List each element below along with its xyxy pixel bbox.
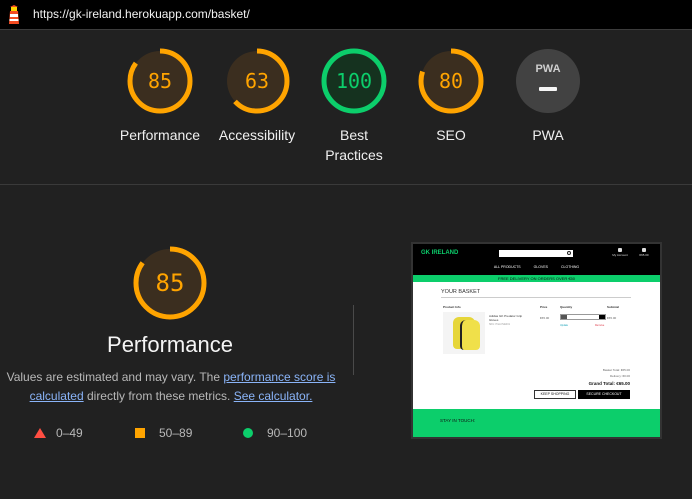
stay-in-touch-heading: STAY IN TOUCH: — [440, 418, 476, 423]
legend-pass: 90–100 — [243, 426, 307, 440]
legend-range: 90–100 — [267, 426, 308, 440]
square-icon — [135, 428, 145, 438]
legend-fail: 0–49 — [34, 426, 83, 440]
page-url[interactable]: https://gk-ireland.herokuapp.com/basket/ — [33, 7, 250, 21]
circle-icon — [243, 428, 253, 438]
gauge-label: Best Practices — [304, 125, 404, 165]
lighthouse-icon — [9, 5, 19, 24]
search-icon — [567, 251, 571, 255]
gauge-performance[interactable]: 85 Performance — [110, 48, 210, 145]
pwa-badge-text: PWA — [535, 63, 561, 75]
gauge-score: 85 — [147, 69, 173, 93]
gauge-score: 80 — [438, 69, 464, 93]
update-link: Update — [560, 324, 569, 327]
gauge-label: PWA — [532, 127, 564, 143]
site-footer — [413, 409, 660, 437]
product-name: Adidas GK Predator Grip Gloves — [489, 314, 523, 322]
col-header: Subtotal — [607, 305, 619, 309]
site-search-input — [499, 250, 573, 257]
grand-total: Grand Total: €65.00 — [588, 381, 630, 386]
legend-range: 50–89 — [159, 426, 193, 440]
account-link: My Account — [611, 248, 629, 257]
account-label: My Account — [612, 253, 628, 257]
secure-checkout-button: SECURE CHECKOUT — [578, 390, 630, 399]
delivery-cost: Delivery: €0.00 — [609, 374, 630, 378]
user-icon — [618, 248, 622, 252]
gauge-score: 100 — [335, 69, 373, 93]
gauge-pwa[interactable]: PWA PWA — [498, 48, 598, 145]
performance-title: Performance — [107, 332, 233, 357]
triangle-icon — [34, 428, 46, 438]
section-divider — [0, 184, 692, 185]
gauge-label: SEO — [436, 127, 466, 143]
bag-link: €65.00 — [635, 248, 653, 257]
title-rule — [441, 297, 631, 298]
gauge-score: 63 — [244, 69, 270, 93]
product-image — [443, 312, 485, 354]
performance-description: Values are estimated and may vary. The p… — [6, 368, 336, 406]
remove-link: Remove — [595, 324, 605, 327]
performance-gauge: 85 — [133, 246, 207, 320]
basket-total: Basket Total: €65.00 — [602, 368, 630, 372]
minus-icon — [561, 315, 567, 319]
menu-item: ALL PRODUCTS — [493, 265, 521, 269]
plus-icon — [599, 315, 605, 319]
product-sku: SKU: PGLOVE001 — [489, 323, 510, 326]
site-brand: GK IRELAND — [421, 250, 459, 256]
gauge-label: Accessibility — [218, 127, 296, 143]
product-price: €65.00 — [540, 316, 550, 320]
keep-shopping-button: KEEP SHOPPING — [534, 390, 576, 399]
gauge-seo[interactable]: 80 SEO — [401, 48, 501, 145]
legend-range: 0–49 — [56, 426, 83, 440]
glove-shape — [460, 320, 480, 350]
gauge-best-practices[interactable]: 100 Best Practices — [304, 48, 404, 165]
category-gauges: 85 Performance 63 Accessibility 100 Best… — [0, 30, 692, 184]
see-calculator-link[interactable]: See calculator. — [234, 389, 313, 403]
pwa-badge-icon — [516, 49, 580, 113]
page-screenshot-thumbnail[interactable]: GK IRELAND My Account €65.00 ALL PRODUCT… — [411, 242, 662, 439]
delivery-banner: FREE DELIVERY ON ORDERS OVER €50 — [413, 275, 660, 282]
col-header: Product Info — [443, 305, 461, 309]
basket-title: YOUR BASKET — [441, 289, 481, 295]
desc-text: directly from these metrics. — [83, 389, 234, 403]
bag-total: €65.00 — [639, 253, 649, 257]
performance-score: 85 — [155, 269, 185, 297]
legend-average: 50–89 — [135, 426, 192, 440]
site-menu: ALL PRODUCTS GLOVES CLOTHING — [413, 265, 660, 269]
menu-item: GLOVES — [533, 265, 549, 269]
bag-icon — [642, 248, 646, 252]
col-header: Quantity — [560, 305, 573, 309]
col-header: Price — [540, 305, 548, 309]
gauge-label-line: Practices — [325, 147, 383, 163]
desc-text: Values are estimated and may vary. The — [6, 370, 224, 384]
quantity-stepper — [560, 314, 606, 320]
gauge-accessibility[interactable]: 63 Accessibility — [207, 48, 307, 145]
gauge-label-line: Best — [339, 127, 368, 143]
gauge-label: Performance — [119, 127, 201, 143]
menu-item: CLOTHING — [561, 265, 580, 269]
site-navbar: GK IRELAND My Account €65.00 ALL PRODUCT… — [413, 244, 660, 275]
product-subtotal: €65.00 — [607, 316, 617, 320]
url-bar: https://gk-ireland.herokuapp.com/basket/ — [0, 0, 692, 30]
vertical-divider — [353, 305, 354, 375]
